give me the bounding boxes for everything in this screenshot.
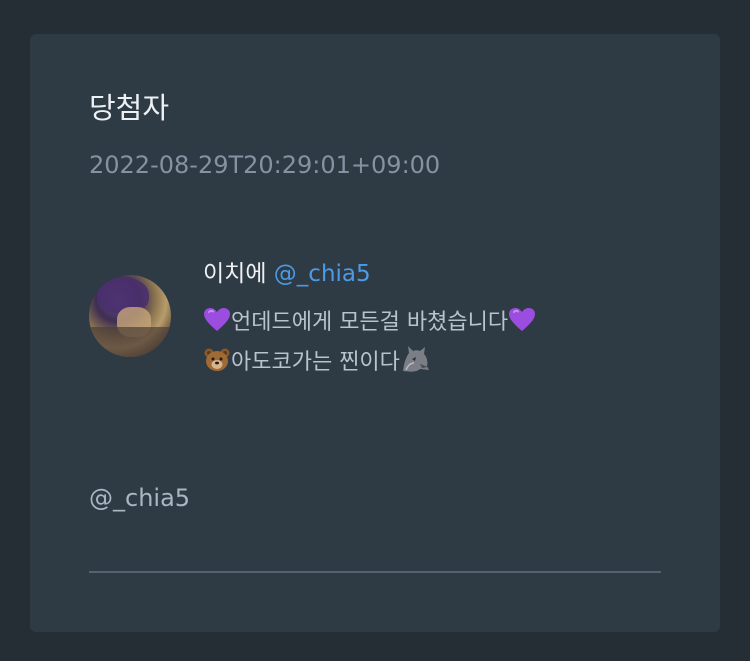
profile-bio: 언데드에게 모든걸 바쳤습니다 아도코가는 찐이다 [203,305,536,385]
divider [89,571,661,573]
footer-handle[interactable]: @_chia5 [89,482,190,514]
card-title: 당첨자 [89,91,170,125]
winner-card: 당첨자 2022-08-29T20:29:01+09:00 이치에 @_chia… [30,34,720,632]
timestamp: 2022-08-29T20:29:01+09:00 [89,151,441,179]
purple-heart-icon [203,307,231,345]
bio-line-2-text: 아도코가는 찐이다 [231,350,400,375]
purple-heart-icon [508,307,536,345]
wolf-icon [400,345,430,385]
bio-line-1-text: 언데드에게 모든걸 바쳤습니다 [231,310,509,335]
profile-name: 이치에 [203,261,267,287]
bio-line-2: 아도코가는 찐이다 [203,345,536,385]
bear-icon [203,347,231,385]
bio-line-1: 언데드에게 모든걸 바쳤습니다 [203,305,536,345]
profile-handle-link[interactable]: @_chia5 [274,261,371,287]
profile-name-row: 이치에 @_chia5 [203,258,371,290]
avatar[interactable] [89,275,171,357]
